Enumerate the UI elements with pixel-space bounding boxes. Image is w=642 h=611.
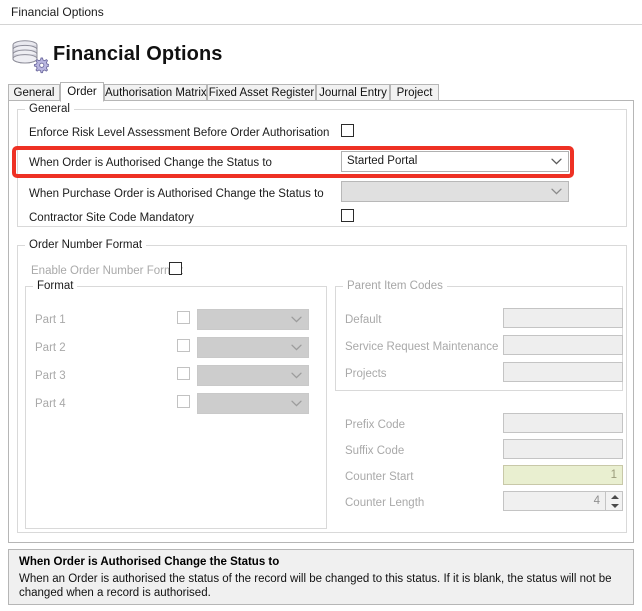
input-prefix-code[interactable] (503, 413, 623, 433)
label-enable-order-number-format: Enable Order Number Format (31, 265, 184, 277)
label-enforce-risk-level: Enforce Risk Level Assessment Before Ord… (29, 127, 330, 139)
help-panel-body: When an Order is authorised the status o… (19, 573, 612, 599)
label-part-3: Part 3 (35, 370, 66, 382)
stepper-decrement-button[interactable] (606, 501, 623, 510)
checkbox-enforce-risk-level[interactable] (341, 124, 354, 137)
input-projects[interactable] (503, 362, 623, 382)
tab-order[interactable]: Order (60, 82, 104, 102)
stepper-buttons[interactable] (605, 492, 622, 510)
label-counter-length: Counter Length (345, 497, 425, 509)
label-contractor-site-code: Contractor Site Code Mandatory (29, 212, 194, 224)
chevron-down-icon (551, 182, 562, 201)
help-panel: When Order is Authorised Change the Stat… (8, 549, 634, 605)
tab-authorisation-matrix[interactable]: Authorisation Matrix (104, 84, 207, 101)
label-part-2: Part 2 (35, 342, 66, 354)
label-projects: Projects (345, 368, 387, 380)
window-title-bar: Financial Options (0, 0, 642, 25)
tab-journal-entry[interactable]: Journal Entry (316, 84, 390, 101)
label-suffix-code: Suffix Code (345, 445, 405, 457)
order-number-format-groupbox-title: Order Number Format (25, 239, 147, 251)
page-header: Financial Options (0, 26, 642, 80)
label-part-1: Part 1 (35, 314, 66, 326)
database-gear-icon (9, 36, 50, 76)
page-title: Financial Options (53, 43, 223, 65)
input-default[interactable] (503, 308, 623, 328)
label-part-4: Part 4 (35, 398, 66, 410)
combobox-when-order-authorised[interactable]: Started Portal (341, 151, 569, 172)
chevron-down-icon (291, 366, 302, 385)
checkbox-part-4[interactable] (177, 395, 190, 408)
checkbox-enable-order-number-format[interactable] (169, 262, 182, 275)
order-tab-panel: General Enforce Risk Level Assessment Be… (8, 100, 634, 543)
stepper-increment-button[interactable] (606, 492, 623, 501)
label-service-request-maintenance: Service Request Maintenance (345, 341, 499, 353)
label-prefix-code: Prefix Code (345, 419, 406, 431)
chevron-down-icon (551, 152, 562, 171)
combobox-when-purchase-order-authorised[interactable] (341, 181, 569, 202)
checkbox-part-2[interactable] (177, 339, 190, 352)
combobox-part-1[interactable] (197, 309, 309, 330)
input-counter-start-value: 1 (610, 469, 617, 481)
checkbox-contractor-site-code[interactable] (341, 209, 354, 222)
checkbox-part-3[interactable] (177, 367, 190, 380)
input-service-request-maintenance[interactable] (503, 335, 623, 355)
chevron-down-icon (291, 338, 302, 357)
tab-fixed-asset-register[interactable]: Fixed Asset Register (207, 84, 316, 101)
stepper-counter-length-value: 4 (593, 495, 600, 507)
label-when-purchase-order-authorised: When Purchase Order is Authorised Change… (29, 188, 324, 200)
window-title: Financial Options (11, 5, 104, 19)
chevron-down-icon (291, 310, 302, 329)
stepper-counter-length[interactable]: 4 (503, 491, 623, 511)
label-default: Default (345, 314, 382, 326)
combobox-part-4[interactable] (197, 393, 309, 414)
checkbox-part-1[interactable] (177, 311, 190, 324)
tab-general[interactable]: General (8, 84, 60, 101)
label-counter-start: Counter Start (345, 471, 414, 483)
input-suffix-code[interactable] (503, 439, 623, 459)
parent-item-codes-groupbox-title: Parent Item Codes (343, 280, 447, 292)
combobox-part-3[interactable] (197, 365, 309, 386)
format-groupbox-title: Format (33, 280, 78, 292)
tab-project[interactable]: Project (390, 84, 439, 101)
input-counter-start[interactable]: 1 (503, 465, 623, 485)
combobox-when-order-authorised-value: Started Portal (347, 155, 418, 167)
tab-strip: General Order Authorisation Matrix Fixed… (8, 82, 634, 102)
label-when-order-authorised: When Order is Authorised Change the Stat… (29, 157, 272, 169)
chevron-down-icon (291, 394, 302, 413)
combobox-part-2[interactable] (197, 337, 309, 358)
help-panel-title: When Order is Authorised Change the Stat… (19, 556, 280, 568)
general-groupbox-title: General (25, 103, 74, 115)
